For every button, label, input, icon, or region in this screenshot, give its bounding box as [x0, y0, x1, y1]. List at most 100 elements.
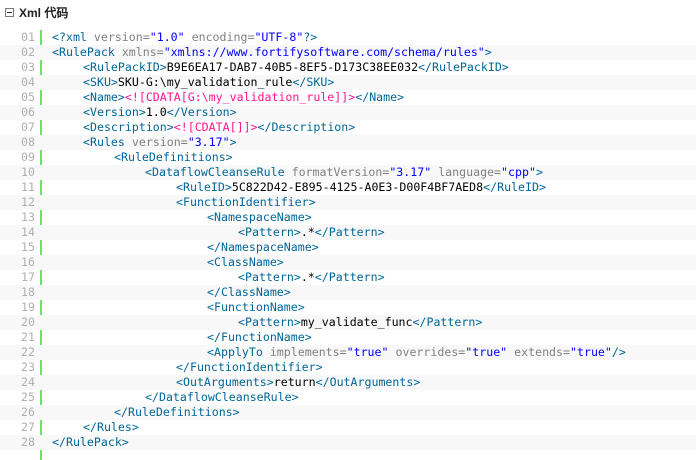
line-number: 28: [21, 435, 35, 449]
code-token-tag: </Version>: [166, 105, 237, 119]
code-token-tag: </Pattern>: [314, 225, 385, 239]
code-line: 22 <ApplyTo implements="true" overrides="…: [0, 345, 696, 360]
line-number: 24: [21, 375, 35, 389]
code-token-tag: <RulePackID>: [83, 60, 167, 74]
code-token-tag: </FunctionIdentifier>: [176, 360, 323, 374]
collapse-minus-icon[interactable]: [5, 7, 14, 17]
code-content: <Pattern>.*</Pattern>: [224, 225, 385, 240]
code-token-str: "true": [570, 345, 612, 359]
code-token-tag: </OutArguments>: [315, 375, 421, 389]
line-number: 09: [21, 150, 35, 164]
line-number: 16: [21, 255, 35, 269]
code-token-attr: formatVersion=: [291, 165, 390, 179]
code-token-tag: </RuleID>: [483, 180, 546, 194]
code-token-tag: <OutArguments>: [176, 375, 274, 389]
code-lines: 01 <?xml version="1.0" encoding="UTF-8"?>…: [0, 30, 696, 450]
code-token-tag: <?: [52, 30, 66, 44]
code-token-str: "true": [465, 345, 508, 359]
line-number: 07: [21, 120, 35, 134]
code-token-tag: ?>: [303, 30, 318, 44]
code-token-text: .*: [300, 225, 315, 239]
code-token-tag: />: [611, 345, 626, 359]
code-token-tag: <Pattern>: [238, 270, 301, 284]
code-line: 23 </FunctionIdentifier>: [0, 360, 696, 375]
code-token-cdata: <![CDATA[]]>: [173, 120, 258, 134]
code-line: 20 <Pattern>my_validate_func</Pattern>: [0, 315, 696, 330]
line-number: 08: [21, 135, 35, 149]
code-token-text: .*: [300, 270, 315, 284]
line-number: 18: [21, 285, 35, 299]
code-token-tag: <DataflowCleanseRule: [145, 165, 292, 179]
code-content: <Pattern>my_validate_func</Pattern>: [224, 315, 482, 330]
code-token-str: "1.0": [149, 30, 185, 44]
code-token-str: "cpp": [501, 165, 536, 179]
line-number: 15: [21, 240, 35, 254]
code-token-tag: </RulePack>: [52, 435, 129, 449]
code-token-cdata: <![CDATA[G:\my_validation_rule]]>: [124, 90, 356, 104]
code-line: 06 <Version>1.0</Version>: [0, 105, 696, 120]
code-line: 03 <RulePackID>B9E6EA17-DAB7-40B5-8EF5-D1…: [0, 60, 696, 75]
line-number: 20: [21, 315, 35, 329]
code-content: </ClassName>: [193, 285, 291, 300]
code-token-attr: overrides=: [388, 345, 466, 359]
line-number: 17: [21, 270, 35, 284]
code-token-text: 1.0: [145, 105, 167, 119]
code-line: 04 <SKU>SKU-G:\my_validation_rule</SKU>: [0, 75, 696, 90]
code-content: <Description><![CDATA[]]></Description>: [69, 120, 355, 135]
code-line: 27 </Rules>: [0, 420, 696, 435]
code-token-tag: <FunctionName>: [207, 300, 305, 314]
code-content: </RuleDefinitions>: [100, 405, 240, 420]
code-content: <SKU>SKU-G:\my_validation_rule</SKU>: [69, 75, 334, 90]
line-number: 26: [21, 405, 35, 419]
code-token-tag: >: [484, 45, 492, 59]
code-token-tag: <NamespaceName>: [207, 210, 312, 224]
code-token-str: "UTF-8": [254, 30, 304, 44]
code-line: 10 <DataflowCleanseRule formatVersion="3.…: [0, 165, 696, 180]
code-line: 21 </FunctionName>: [0, 330, 696, 345]
code-content: <ClassName>: [193, 255, 284, 270]
code-content: <RuleID>5C822D42-E895-4125-A0E3-D00F4BF7…: [162, 180, 546, 195]
line-number: 03: [21, 60, 35, 74]
code-token-text: my_validate_func: [300, 315, 413, 329]
code-line: 15 </NamespaceName>: [0, 240, 696, 255]
code-line: 11 <RuleID>5C822D42-E895-4125-A0E3-D00F4B…: [0, 180, 696, 195]
code-line: 17 <Pattern>.*</Pattern>: [0, 270, 696, 285]
code-token-tag: </DataflowCleanseRule>: [145, 390, 299, 404]
code-line: 28 </RulePack>: [0, 435, 696, 450]
code-token-attr: language=: [431, 165, 502, 179]
code-content: <DataflowCleanseRule formatVersion="3.17…: [131, 165, 543, 180]
code-block-title: Xml 代码: [19, 5, 69, 20]
code-token-tag: <RulePack: [52, 45, 122, 59]
code-token-tag: >: [535, 165, 543, 179]
code-token-str: "true": [346, 345, 389, 359]
code-token-tag: <Pattern>: [238, 315, 301, 329]
line-number: 22: [21, 345, 35, 359]
code-content: </FunctionName>: [193, 330, 312, 345]
code-token-tag: <RuleDefinitions>: [114, 150, 233, 164]
code-line: 16 <ClassName>: [0, 255, 696, 270]
code-line: 19 <FunctionName>: [0, 300, 696, 315]
line-number: 10: [21, 165, 35, 179]
line-number: 05: [21, 90, 35, 104]
code-content: <RuleDefinitions>: [100, 150, 233, 165]
code-token-tag: </FunctionName>: [207, 330, 312, 344]
code-content: <RulePack xmlns="xmlns://www.fortifysoft…: [38, 45, 492, 60]
code-token-tag: </Rules>: [83, 420, 139, 434]
line-number: 13: [21, 210, 35, 224]
code-content: </Rules>: [69, 420, 139, 435]
code-token-tag: </ClassName>: [207, 285, 291, 299]
code-token-tag: <SKU>: [83, 75, 118, 89]
code-content: <OutArguments>return</OutArguments>: [162, 375, 420, 390]
code-content: <Name><![CDATA[G:\my_validation_rule]]><…: [69, 90, 404, 105]
line-number: 02: [21, 45, 35, 59]
line-number: 01: [21, 30, 35, 44]
code-token-attr: xmlns=: [121, 45, 164, 59]
code-token-tag: </Pattern>: [412, 315, 483, 329]
code-token-attr: implements=: [269, 345, 347, 359]
code-content: <ApplyTo implements="true" overrides="tr…: [193, 345, 626, 360]
code-token-tag: <ClassName>: [207, 255, 284, 269]
code-token-tag: xml: [65, 30, 94, 44]
code-token-tag: </RulePackID>: [418, 60, 509, 74]
code-token-attr: version=: [131, 135, 188, 149]
code-line: 07 <Description><![CDATA[]]></Description…: [0, 120, 696, 135]
